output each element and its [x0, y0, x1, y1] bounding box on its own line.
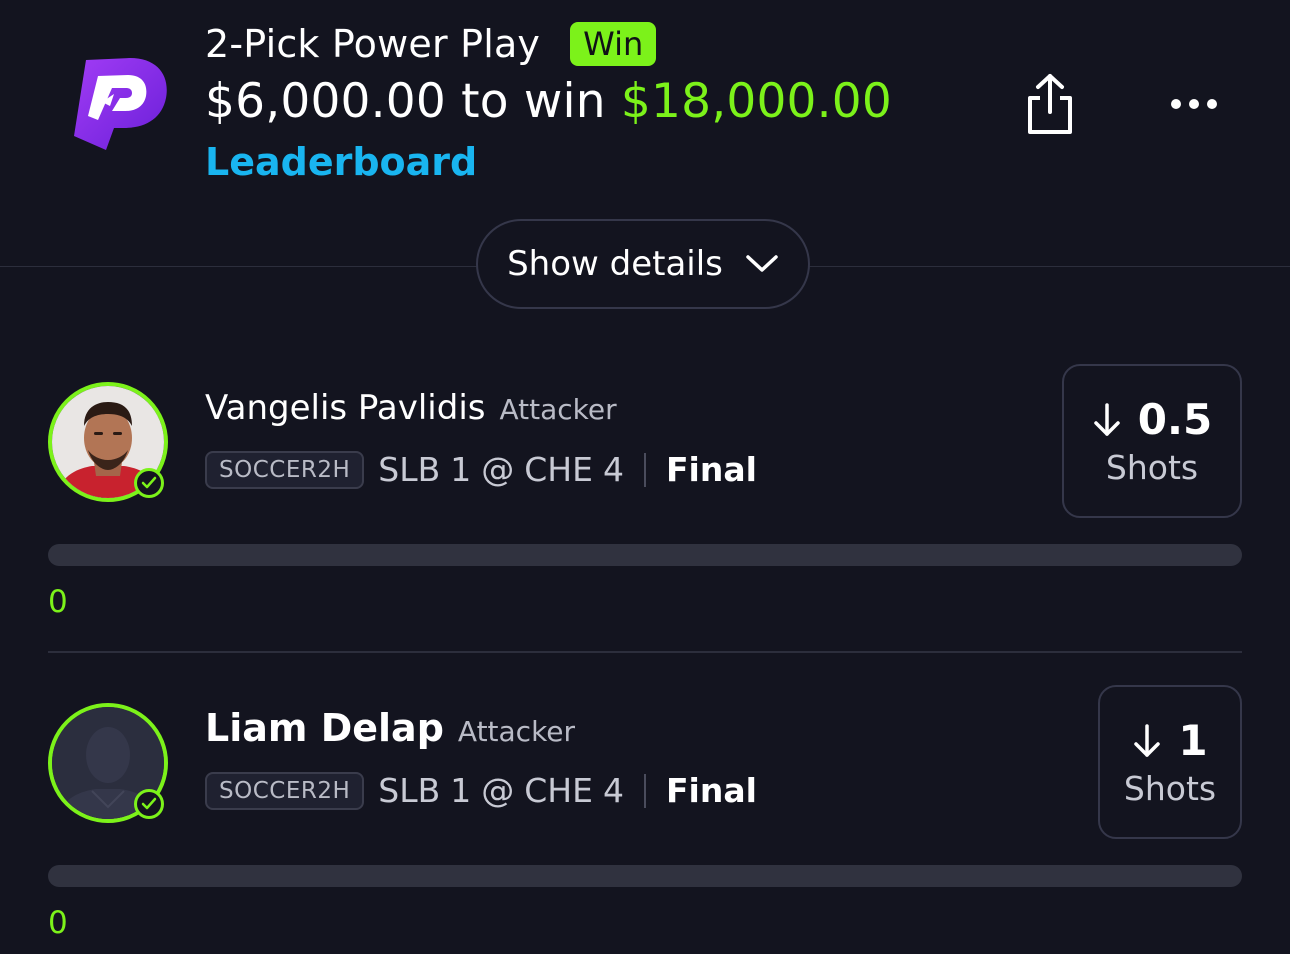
more-horizontal-icon[interactable]: [1166, 90, 1222, 118]
game-separator: [643, 773, 646, 808]
away-score: 1: [450, 771, 472, 810]
arrow-down-icon: [1094, 402, 1120, 436]
player-name[interactable]: Liam Delap: [205, 706, 444, 750]
wager-summary: $6,000.00 to win $18,000.00: [205, 74, 892, 129]
game-info: SOCCER2H SLB 1 @ CHE 4 Final: [205, 771, 757, 810]
projection-box[interactable]: 0.5 Shots: [1062, 364, 1242, 518]
progress-bar: [48, 865, 1242, 887]
game-separator: [643, 452, 646, 487]
check-circle-icon: [134, 468, 164, 498]
wager-amount: $6,000.00: [205, 74, 446, 129]
progress-bar: [48, 544, 1242, 566]
pick-divider: [48, 651, 1242, 653]
stat-type: Shots: [1105, 448, 1199, 487]
actual-stat-value: 0: [48, 584, 68, 620]
chevron-down-icon: [746, 255, 778, 272]
home-score: 4: [602, 450, 624, 489]
player-header: Liam Delap Attacker: [205, 706, 575, 750]
line-value: 1: [1178, 716, 1208, 765]
entry-title-row: 2-Pick Power Play Win: [205, 18, 657, 70]
to-win-text: to win: [461, 74, 606, 129]
prizepicks-logo-icon: [68, 54, 172, 154]
entry-type-label: 2-Pick Power Play: [205, 22, 541, 66]
home-team: CHE: [524, 771, 593, 810]
game-info: SOCCER2H SLB 1 @ CHE 4 Final: [205, 450, 757, 489]
away-team: SLB: [378, 450, 441, 489]
player-avatar[interactable]: [48, 703, 168, 823]
check-circle-icon: [134, 789, 164, 819]
result-badge: Win: [570, 22, 657, 66]
player-position: Attacker: [499, 393, 617, 426]
at-symbol: @: [481, 771, 515, 810]
show-details-button[interactable]: Show details: [476, 219, 810, 309]
home-team: CHE: [524, 450, 593, 489]
league-tag: SOCCER2H: [205, 771, 365, 810]
at-symbol: @: [481, 450, 515, 489]
player-position: Attacker: [457, 715, 576, 748]
share-icon[interactable]: [1022, 72, 1078, 136]
away-team: SLB: [378, 771, 441, 810]
home-score: 4: [602, 771, 624, 810]
player-avatar[interactable]: [48, 382, 168, 502]
payout-amount: $18,000.00: [620, 74, 893, 129]
line-value: 0.5: [1137, 395, 1213, 444]
arrow-down-icon: [1134, 723, 1161, 757]
game-status: Final: [665, 450, 757, 489]
show-details-label: Show details: [507, 244, 723, 284]
league-tag: SOCCER2H: [205, 450, 365, 489]
actual-stat-value: 0: [48, 905, 68, 941]
player-name[interactable]: Vangelis Pavlidis: [205, 388, 485, 428]
leaderboard-link[interactable]: Leaderboard: [205, 140, 477, 184]
projection-box[interactable]: 1 Shots: [1098, 685, 1242, 839]
player-header: Vangelis Pavlidis Attacker: [205, 388, 617, 428]
game-status: Final: [665, 771, 757, 810]
away-score: 1: [450, 450, 472, 489]
stat-type: Shots: [1123, 769, 1217, 808]
